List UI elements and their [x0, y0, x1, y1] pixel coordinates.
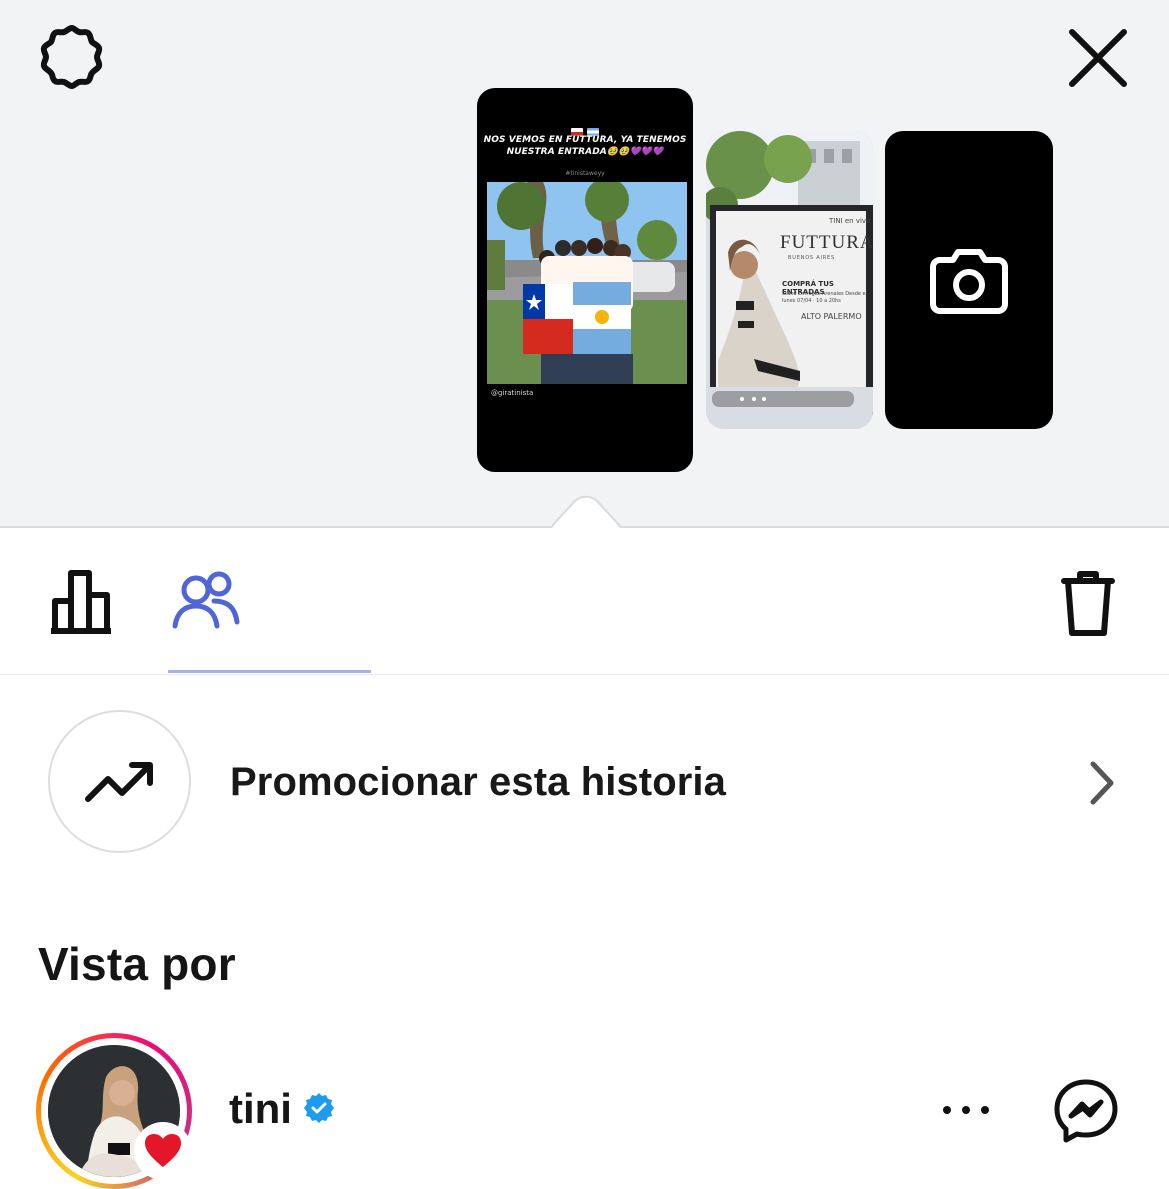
promote-icon-circle — [48, 710, 191, 853]
more-horizontal-icon — [943, 1106, 989, 1114]
verified-badge-icon — [304, 1093, 334, 1123]
story-thumbnail-active[interactable]: NOS VEMOS EN FUTTURA, YA TENEMOS NUESTRA… — [477, 88, 693, 472]
delete-story-button[interactable] — [1052, 564, 1124, 642]
viewer-list-item: tini — [0, 1030, 1169, 1189]
chevron-right-button[interactable] — [1078, 758, 1122, 808]
story-archive-header: NOS VEMOS EN FUTTURA, YA TENEMOS NUESTRA… — [0, 0, 1169, 528]
story-poster-title: FUTTURA — [780, 232, 873, 253]
viewer-avatar-story-ring[interactable] — [36, 1033, 192, 1189]
close-icon — [1069, 29, 1127, 87]
viewers-section-title: Vista por — [38, 938, 236, 990]
story-headline: NOS VEMOS EN FUTTURA, YA TENEMOS NUESTRA… — [483, 135, 687, 157]
story-credit: @giratinista — [491, 389, 534, 397]
gear-icon — [40, 25, 103, 89]
story-poster-brand: ALTO PALERMO — [801, 312, 862, 321]
story-tag: #tinistaweyy — [565, 170, 605, 177]
viewer-more-options-button[interactable] — [936, 1088, 996, 1132]
trash-icon — [1061, 571, 1115, 636]
active-tab-indicator — [168, 670, 371, 673]
close-button[interactable] — [1060, 22, 1136, 98]
promote-story-label: Promocionar esta historia — [230, 760, 726, 804]
heart-icon — [145, 1134, 181, 1167]
tab-viewers[interactable] — [168, 562, 244, 642]
promote-story-row[interactable]: Promocionar esta historia — [0, 702, 1169, 864]
story-poster-subtitle: BUENOS AIRES — [788, 255, 835, 261]
bar-chart-icon — [51, 570, 111, 634]
trending-up-icon — [84, 761, 153, 802]
story-tabs — [0, 528, 1169, 675]
tab-insights[interactable] — [42, 562, 126, 642]
active-story-pointer — [552, 495, 620, 528]
people-icon — [172, 571, 240, 629]
settings-button[interactable] — [34, 22, 110, 98]
chevron-right-icon — [1090, 761, 1114, 805]
reaction-badge — [134, 1122, 192, 1180]
story-thumbnail[interactable]: TINI en vivo FUTTURA BUENOS AIRES COMPRÁ… — [706, 131, 873, 429]
story-photo — [487, 182, 687, 384]
camera-icon — [930, 249, 1008, 314]
story-live-label: TINI en vivo — [829, 217, 871, 225]
story-poster-details: Stand Entregas Arenales Desde el lunes 0… — [782, 291, 868, 304]
add-story-camera-button[interactable] — [885, 131, 1053, 429]
messenger-icon — [1054, 1079, 1118, 1143]
viewer-username[interactable]: tini — [229, 1084, 292, 1134]
send-message-button[interactable] — [1050, 1075, 1122, 1147]
